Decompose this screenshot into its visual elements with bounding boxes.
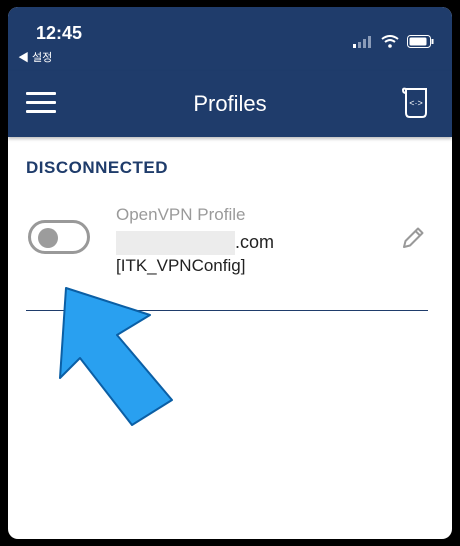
page-title: Profiles <box>193 91 267 116</box>
profile-server-suffix: .com <box>235 232 275 252</box>
phone-screen: 12:45 ◀ 설정 Profiles <·> DISCONNECTED Ope… <box>8 7 452 539</box>
signal-icon <box>353 35 371 48</box>
status-icons <box>353 35 434 48</box>
svg-text:<·>: <·> <box>409 98 423 108</box>
status-time: 12:45 <box>36 23 83 43</box>
wifi-icon <box>381 35 399 48</box>
import-profile-icon[interactable]: <·> <box>402 87 430 119</box>
status-bar: 12:45 ◀ 설정 <box>8 7 452 71</box>
redacted-server-name <box>116 231 235 255</box>
profile-name: [ITK_VPNConfig] <box>116 256 246 275</box>
profile-type-label: OpenVPN Profile <box>116 205 246 224</box>
connection-toggle[interactable] <box>28 220 90 254</box>
battery-icon <box>407 35 434 48</box>
nav-bar: Profiles <·> <box>8 71 452 137</box>
back-to-settings[interactable]: ◀ 설정 <box>18 49 52 65</box>
connection-status-header: DISCONNECTED <box>26 158 169 177</box>
edit-pencil-icon[interactable] <box>400 225 426 251</box>
profile-divider <box>26 310 428 311</box>
toggle-knob <box>38 228 58 248</box>
